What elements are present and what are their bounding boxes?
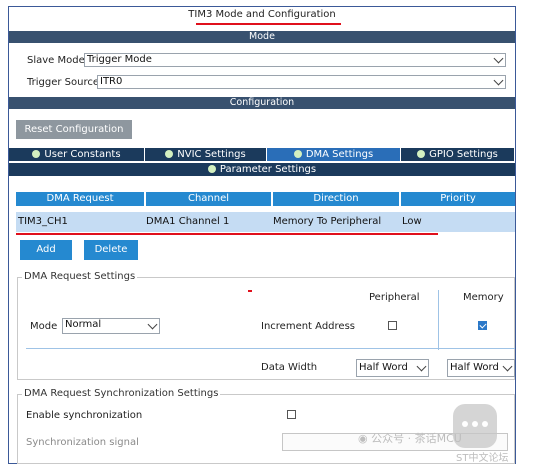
trigger-source-value: ITR0 bbox=[100, 76, 123, 87]
chevron-down-icon bbox=[147, 319, 158, 330]
table-row[interactable] bbox=[16, 212, 515, 232]
red-mark bbox=[248, 290, 252, 292]
slave-mode-label: Slave Mode bbox=[27, 55, 85, 66]
check-circle-icon bbox=[165, 150, 174, 158]
dma-sync-settings-title: DMA Request Synchronization Settings bbox=[22, 388, 221, 399]
settings-divider bbox=[26, 348, 515, 349]
enable-sync-checkbox[interactable] bbox=[287, 410, 296, 419]
chevron-down-icon bbox=[493, 75, 504, 86]
tab-label: DMA Settings bbox=[305, 149, 374, 160]
slave-mode-select[interactable]: Trigger Mode bbox=[84, 53, 506, 67]
watermark-text: ◉ 公众号 · 茶话MCU bbox=[358, 430, 462, 446]
cell-direction: Memory To Peripheral bbox=[273, 216, 382, 227]
dma-sync-settings-group bbox=[17, 394, 515, 464]
chevron-down-icon bbox=[416, 361, 427, 372]
enable-sync-label: Enable synchronization bbox=[26, 410, 143, 421]
mode-label: Mode bbox=[30, 321, 58, 332]
title-underline bbox=[196, 23, 341, 25]
check-icon bbox=[479, 321, 487, 329]
tab-parameter-settings[interactable]: Parameter Settings bbox=[9, 163, 515, 176]
memory-header: Memory bbox=[463, 292, 504, 303]
window-title: TIM3 Mode and Configuration bbox=[188, 9, 336, 20]
cell-channel: DMA1 Channel 1 bbox=[146, 216, 230, 227]
mode-select[interactable]: Normal bbox=[62, 318, 160, 334]
watermark-label: 公众号 · 茶话MCU bbox=[371, 432, 462, 445]
add-button[interactable]: Add bbox=[20, 240, 72, 260]
increment-peripheral-checkbox[interactable] bbox=[388, 321, 397, 330]
column-divider bbox=[438, 290, 439, 350]
configuration-header: Configuration bbox=[9, 97, 515, 109]
mode-header: Mode bbox=[9, 31, 515, 43]
trigger-source-label: Trigger Source bbox=[27, 77, 100, 88]
column-header-direction[interactable]: Direction bbox=[273, 192, 399, 206]
increment-address-label: Increment Address bbox=[261, 321, 355, 332]
data-width-label: Data Width bbox=[261, 362, 318, 373]
cell-dma-request: TIM3_CH1 bbox=[18, 216, 68, 227]
memory-data-width-value: Half Word bbox=[450, 362, 499, 373]
dma-request-settings-title: DMA Request Settings bbox=[22, 271, 138, 282]
peripheral-header: Peripheral bbox=[369, 292, 420, 303]
cell-priority: Low bbox=[402, 216, 422, 227]
slave-mode-value: Trigger Mode bbox=[87, 54, 152, 65]
tab-label: GPIO Settings bbox=[429, 149, 498, 160]
chevron-down-icon bbox=[502, 361, 513, 372]
check-circle-icon bbox=[293, 150, 302, 158]
check-circle-icon bbox=[32, 150, 41, 158]
tab-dma-settings[interactable]: DMA Settings bbox=[267, 148, 401, 161]
check-circle-icon bbox=[417, 150, 426, 158]
check-circle-icon bbox=[207, 165, 216, 173]
watermark-subtext: ST中文论坛 bbox=[456, 453, 509, 464]
reset-configuration-button[interactable]: Reset Configuration bbox=[16, 120, 132, 139]
tab-gpio-settings[interactable]: GPIO Settings bbox=[401, 148, 515, 161]
tab-label: NVIC Settings bbox=[177, 149, 246, 160]
delete-button[interactable]: Delete bbox=[84, 240, 138, 260]
tab-label: Parameter Settings bbox=[219, 164, 317, 175]
mode-value: Normal bbox=[65, 319, 102, 330]
tab-nvic-settings[interactable]: NVIC Settings bbox=[145, 148, 267, 161]
increment-memory-checkbox[interactable] bbox=[478, 321, 487, 330]
column-header-priority[interactable]: Priority bbox=[401, 192, 515, 206]
sync-signal-label: Synchronization signal bbox=[26, 437, 139, 448]
column-header-dma-request[interactable]: DMA Request bbox=[16, 192, 144, 206]
peripheral-data-width-select[interactable]: Half Word bbox=[356, 359, 429, 377]
trigger-source-select[interactable]: ITR0 bbox=[97, 75, 506, 89]
chevron-down-icon bbox=[493, 53, 504, 64]
memory-data-width-select[interactable]: Half Word bbox=[447, 359, 515, 377]
tab-user-constants[interactable]: User Constants bbox=[9, 148, 145, 161]
column-header-channel[interactable]: Channel bbox=[146, 192, 271, 206]
tab-label: User Constants bbox=[44, 149, 121, 160]
wechat-icon: ◉ bbox=[358, 432, 372, 445]
peripheral-data-width-value: Half Word bbox=[359, 362, 408, 373]
row-highlight-underline bbox=[16, 233, 438, 235]
